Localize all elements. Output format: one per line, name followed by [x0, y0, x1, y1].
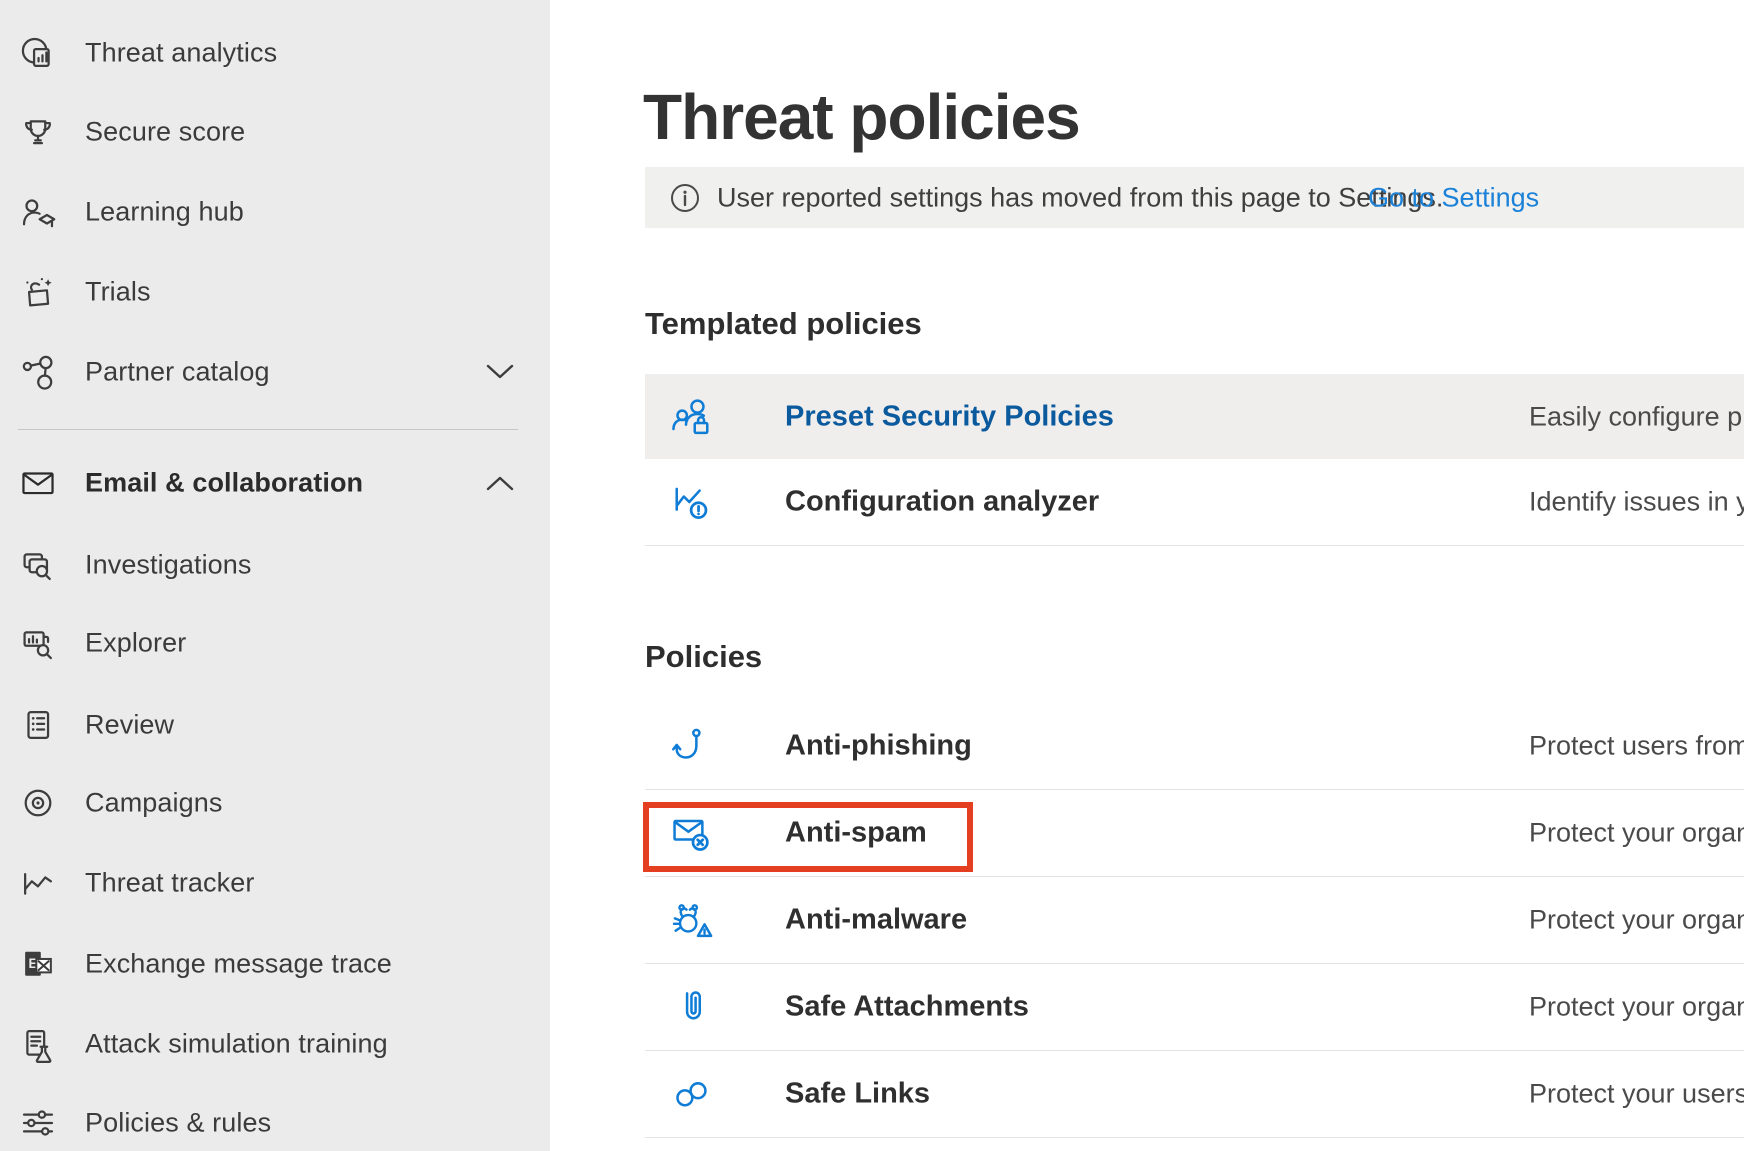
anti-malware-icon: [668, 896, 716, 944]
anti-phishing-icon: [668, 722, 716, 770]
chevron-down-icon[interactable]: [486, 364, 514, 380]
row-description: Protect users from p: [1529, 730, 1744, 761]
row-anti-spam[interactable]: Anti-spam Protect your organiz: [645, 789, 1744, 876]
policies-rules-icon: [19, 1104, 57, 1142]
safe-links-icon: [668, 1070, 716, 1118]
sidebar-item-label: Attack simulation training: [85, 1029, 388, 1060]
sidebar-item-learning-hub[interactable]: Learning hub: [0, 172, 550, 252]
sidebar-item-label: Investigations: [85, 550, 252, 581]
row-divider: [645, 1137, 1744, 1138]
sidebar-item-label: Threat tracker: [85, 868, 254, 899]
row-anti-malware[interactable]: Anti-malware Protect your organiz: [645, 876, 1744, 963]
sidebar-item-threat-analytics[interactable]: Threat analytics: [0, 13, 550, 93]
configuration-analyzer-icon: [668, 478, 716, 526]
sidebar-item-label: Partner catalog: [85, 357, 270, 388]
row-label: Safe Attachments: [785, 990, 1029, 1023]
row-description: Protect your users fr: [1529, 1078, 1744, 1109]
attack-simulation-training-icon: [19, 1025, 57, 1063]
sidebar-item-partner-catalog[interactable]: Partner catalog: [0, 332, 550, 412]
sidebar-item-email-collaboration[interactable]: Email & collaboration: [0, 443, 550, 523]
threat-policies-page: Threat analytics Secure score: [0, 0, 1744, 1151]
row-anti-phishing[interactable]: Anti-phishing Protect users from p: [645, 702, 1744, 789]
safe-attachments-icon: [668, 983, 716, 1031]
sidebar-item-investigations[interactable]: Investigations: [0, 525, 550, 605]
sidebar-item-label: Policies & rules: [85, 1108, 271, 1139]
sidebar-item-label: Learning hub: [85, 197, 244, 228]
threat-analytics-icon: [19, 34, 57, 72]
review-icon: [19, 706, 57, 744]
chevron-up-icon[interactable]: [486, 475, 514, 491]
email-collaboration-icon: [19, 464, 57, 502]
row-divider: [645, 545, 1744, 546]
trials-icon: [19, 273, 57, 311]
sidebar: Threat analytics Secure score: [0, 0, 550, 1151]
row-label: Anti-spam: [785, 816, 927, 849]
learning-hub-icon: [19, 193, 57, 231]
sidebar-item-label: Campaigns: [85, 788, 222, 819]
sidebar-item-review[interactable]: Review: [0, 685, 550, 765]
sidebar-item-exchange-message-trace[interactable]: E Exchange message trace: [0, 924, 550, 1004]
row-label: Configuration analyzer: [785, 486, 1099, 519]
anti-spam-icon: [668, 809, 716, 857]
row-label: Preset Security Policies: [785, 400, 1114, 433]
row-description: Identify issues in you: [1529, 487, 1744, 518]
row-label: Safe Links: [785, 1077, 930, 1110]
sidebar-item-policies-rules[interactable]: Policies & rules: [0, 1083, 550, 1151]
go-to-settings-link[interactable]: Go to Settings: [1368, 182, 1539, 213]
section-heading-policies: Policies: [645, 639, 762, 675]
sidebar-item-label: Exchange message trace: [85, 949, 392, 980]
row-preset-security-policies[interactable]: Preset Security Policies Easily configur…: [645, 374, 1744, 459]
sidebar-divider: [18, 429, 518, 430]
sidebar-item-label: Trials: [85, 277, 151, 308]
partner-catalog-icon: [19, 353, 57, 391]
banner-message: User reported settings has moved from th…: [717, 182, 1443, 213]
row-label: Anti-malware: [785, 903, 967, 936]
sidebar-item-explorer[interactable]: Explorer: [0, 603, 550, 683]
row-description: Protect your organiz: [1529, 817, 1744, 848]
page-title: Threat policies: [643, 83, 1080, 151]
sidebar-item-threat-tracker[interactable]: Threat tracker: [0, 843, 550, 923]
sidebar-item-label: Explorer: [85, 628, 186, 659]
section-heading-templated-policies: Templated policies: [645, 306, 922, 342]
sidebar-item-secure-score[interactable]: Secure score: [0, 92, 550, 172]
exchange-message-trace-icon: E: [19, 945, 57, 983]
explorer-icon: [19, 624, 57, 662]
row-safe-attachments[interactable]: Safe Attachments Protect your organiz: [645, 963, 1744, 1050]
sidebar-item-trials[interactable]: Trials: [0, 252, 550, 332]
row-safe-links[interactable]: Safe Links Protect your users fr: [645, 1050, 1744, 1137]
row-description: Protect your organiz: [1529, 991, 1744, 1022]
preset-security-policies-icon: [668, 393, 716, 441]
secure-score-icon: [19, 113, 57, 151]
row-configuration-analyzer[interactable]: Configuration analyzer Identify issues i…: [645, 459, 1744, 545]
sidebar-item-label: Review: [85, 710, 174, 741]
row-label: Anti-phishing: [785, 729, 972, 762]
campaigns-icon: [19, 784, 57, 822]
sidebar-item-label: Secure score: [85, 117, 245, 148]
row-description: Easily configure prot: [1529, 401, 1744, 432]
sidebar-item-campaigns[interactable]: Campaigns: [0, 763, 550, 843]
info-icon: [670, 183, 700, 213]
threat-tracker-icon: [19, 864, 57, 902]
sidebar-item-attack-simulation-training[interactable]: Attack simulation training: [0, 1004, 550, 1084]
sidebar-item-label: Threat analytics: [85, 38, 277, 69]
row-description: Protect your organiz: [1529, 904, 1744, 935]
info-banner: User reported settings has moved from th…: [645, 167, 1744, 228]
investigations-icon: [19, 546, 57, 584]
sidebar-item-label: Email & collaboration: [85, 468, 363, 499]
